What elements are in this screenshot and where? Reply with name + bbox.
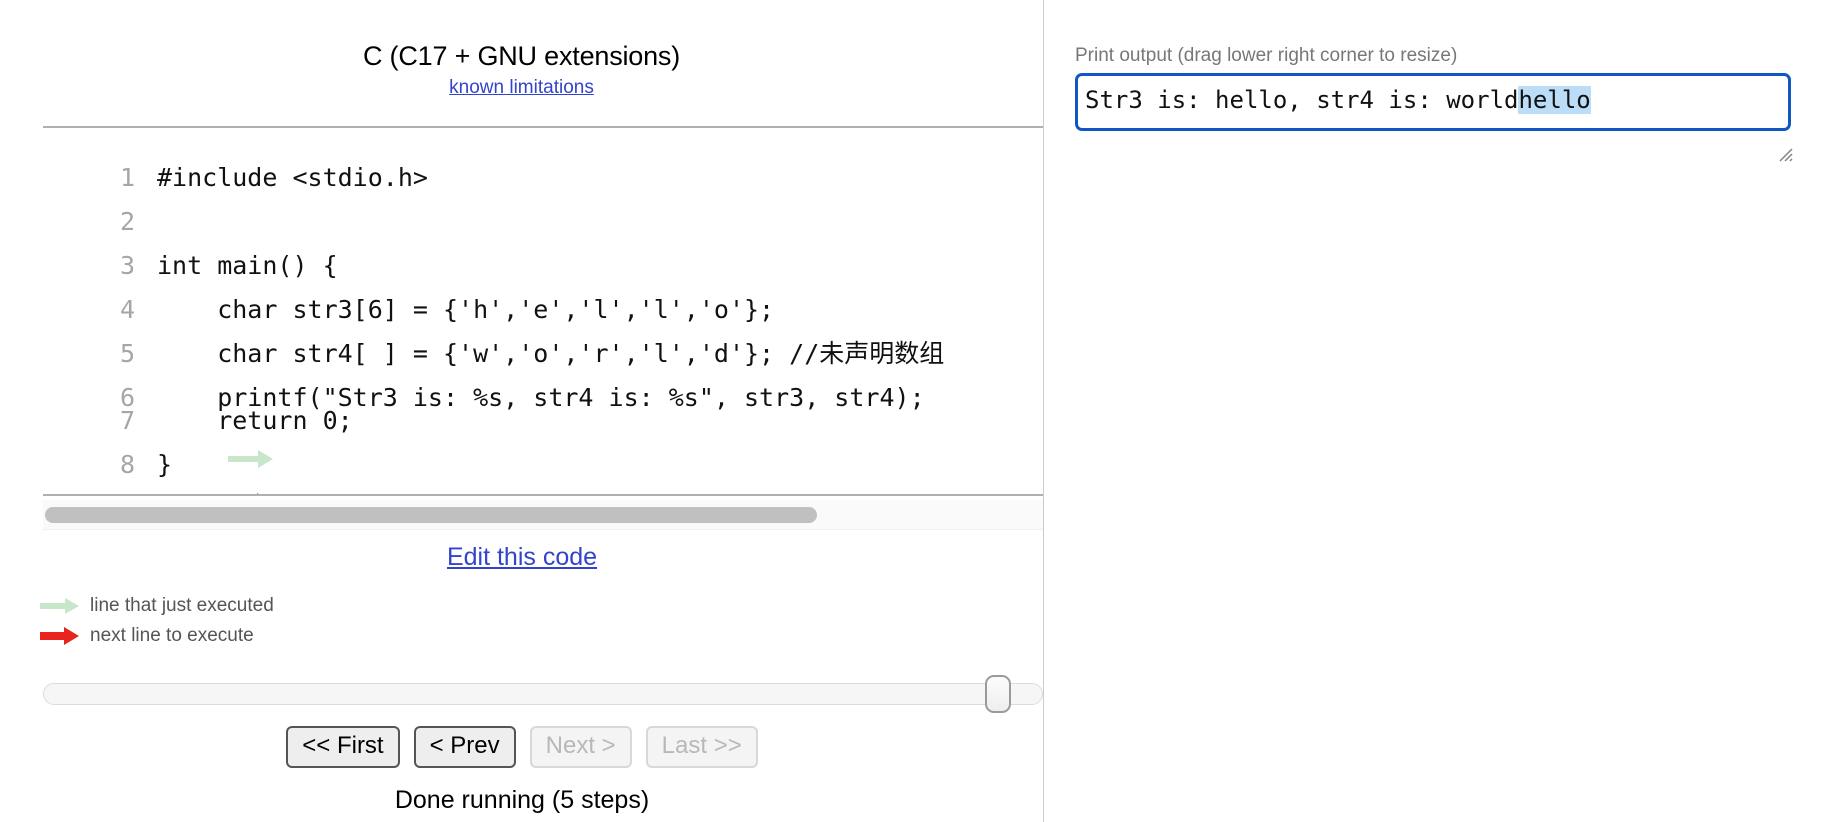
line-marker-cell	[43, 362, 97, 406]
print-output-highlighted: hello	[1518, 86, 1591, 114]
line-number: 1	[119, 163, 135, 192]
just-executed-arrow-icon	[47, 417, 273, 468]
print-output-box[interactable]: Str3 is: hello, str4 is: worldhello	[1075, 73, 1791, 131]
execution-legend: line that just executed next line to exe…	[40, 592, 274, 652]
line-marker-cell	[43, 406, 273, 468]
legend-label: next line to execute	[90, 624, 254, 646]
known-limitations-wrap: known limitations	[0, 77, 1043, 99]
line-number: 4	[119, 295, 135, 324]
next-line-arrow-icon	[40, 626, 80, 645]
python-tutor-visualizer: C (C17 + GNU extensions) known limitatio…	[0, 0, 1842, 822]
code-horizontal-scrollbar-thumb[interactable]	[45, 507, 817, 523]
line-marker-cell	[43, 274, 97, 318]
code-line: 3 int main() {	[43, 230, 1043, 280]
code-line: 2	[43, 186, 1043, 236]
prev-button[interactable]: < Prev	[413, 726, 516, 769]
code-horizontal-scrollbar[interactable]	[43, 500, 1043, 530]
line-number: 3	[119, 251, 135, 280]
legend-label: line that just executed	[90, 594, 274, 616]
known-limitations-link[interactable]: known limitations	[449, 77, 594, 98]
code-line: 1 #include <stdio.h>	[43, 142, 1043, 192]
code-line: 5 char str4[ ] = {'w','o','r','l','d'}; …	[43, 318, 1043, 368]
print-output-plain: Str3 is: hello, str4 is: world	[1085, 86, 1519, 114]
code-panel: C (C17 + GNU extensions) known limitatio…	[0, 0, 1044, 822]
just-executed-arrow-icon	[40, 597, 80, 615]
line-code: int main() {	[157, 251, 338, 280]
line-marker-cell	[43, 186, 97, 230]
execution-step-slider-thumb[interactable]	[985, 675, 1011, 713]
resize-corner-icon[interactable]	[1776, 147, 1794, 163]
line-code: char str3[6] = {'h','e','l','l','o'};	[157, 295, 775, 324]
edit-this-code-link[interactable]: Edit this code	[447, 543, 597, 571]
line-code: return 0;	[157, 406, 353, 435]
line-marker-cell	[43, 450, 259, 494]
code-display: 1 #include <stdio.h> 2 3 int main() { 4 …	[43, 126, 1043, 494]
legend-row-just-executed: line that just executed	[40, 592, 274, 619]
language-heading: C (C17 + GNU extensions)	[362, 41, 681, 71]
line-number: 7	[119, 406, 135, 435]
last-button[interactable]: Last >>	[645, 726, 758, 769]
visualization-panel: Print output (drag lower right corner to…	[1045, 0, 1842, 822]
print-output-label: Print output (drag lower right corner to…	[1075, 45, 1458, 66]
line-number: 2	[119, 207, 135, 236]
execution-step-slider[interactable]	[43, 683, 1043, 705]
first-button[interactable]: << First	[286, 726, 400, 769]
line-code: char str4[ ] = {'w','o','r','l','d'}; //…	[157, 339, 945, 368]
line-marker-cell	[43, 230, 97, 274]
code-line-current: 7 return 0;	[43, 406, 1043, 468]
line-code: #include <stdio.h>	[157, 163, 428, 192]
code-bottom-divider	[43, 494, 1043, 496]
code-line: 4 char str3[6] = {'h','e','l','l','o'};	[43, 274, 1043, 324]
line-marker-cell	[43, 142, 97, 186]
line-number: 5	[119, 339, 135, 368]
line-marker-cell	[43, 318, 97, 362]
print-output-text: Str3 is: hello, str4 is: worldhello	[1085, 86, 1591, 114]
next-line-arrow-icon	[47, 461, 259, 494]
run-status-text: Done running (5 steps)	[394, 786, 650, 814]
navigation-buttons: << First < Prev Next > Last >>	[0, 726, 1043, 769]
next-button[interactable]: Next >	[529, 726, 632, 769]
legend-row-next-line: next line to execute	[40, 622, 274, 649]
edit-code-wrap: Edit this code	[0, 543, 1043, 572]
